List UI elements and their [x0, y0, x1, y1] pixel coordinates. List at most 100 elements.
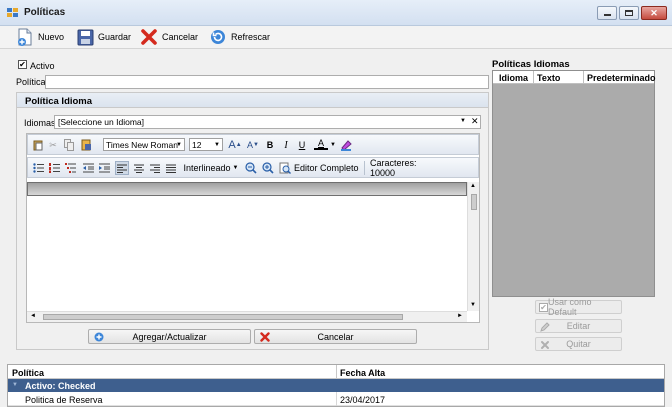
clear-icon[interactable]: ✕ [471, 116, 479, 127]
usar-como-default-button[interactable]: ✔ Usar como Default [535, 297, 622, 317]
collapse-arrow-icon[interactable]: ▼ [12, 382, 18, 388]
col-politica[interactable]: Política [12, 368, 44, 378]
politicas-grid[interactable]: Política Fecha Alta ▼ Activo: Checked Po… [7, 364, 665, 407]
chevron-down-icon[interactable]: ▼ [460, 118, 466, 124]
minimize-icon [603, 14, 611, 16]
editor-vertical-scrollbar[interactable]: ▲ ▼ [467, 182, 479, 311]
cancel-x-icon [140, 28, 158, 46]
zoom-document-icon [279, 162, 291, 174]
guardar-button[interactable]: Guardar [76, 26, 131, 48]
scroll-down-icon[interactable]: ▼ [470, 302, 476, 308]
decrease-indent-icon[interactable] [82, 161, 94, 175]
col-divider [533, 71, 534, 84]
cut-icon[interactable]: ✂ [47, 138, 59, 152]
nuevo-button[interactable]: Nuevo [16, 26, 64, 48]
chevron-down-icon: ▼ [214, 141, 220, 148]
minimize-button[interactable] [597, 6, 617, 20]
col-predeterminado[interactable]: Predeterminado [587, 73, 656, 83]
font-size-select[interactable]: 12 ▼ [189, 138, 223, 151]
editor-completo-button[interactable]: Editor Completo [279, 161, 361, 175]
zoom-in-icon[interactable] [261, 161, 275, 175]
numbered-list-icon[interactable] [48, 161, 60, 175]
title-bar: Políticas ✕ [0, 0, 672, 26]
close-button[interactable]: ✕ [641, 6, 667, 20]
align-center-icon[interactable] [133, 161, 145, 175]
interlineado-button[interactable]: Interlineado ▼ [183, 161, 239, 175]
row-politica: Politica de Reserva [25, 395, 103, 405]
refrescar-button[interactable]: Refrescar [209, 26, 270, 48]
add-icon [94, 332, 104, 342]
editor-horizontal-scrollbar[interactable]: ◄ ► [27, 311, 467, 322]
bold-button[interactable]: B [264, 138, 276, 152]
font-color-button[interactable]: A [314, 138, 328, 150]
idiomas-selected-value: [Seleccione un Idioma] [58, 117, 144, 127]
font-name-select[interactable]: Times New Roman ▼ [103, 138, 185, 151]
paste-special-icon[interactable] [80, 138, 92, 152]
cancelar-button[interactable]: Cancelar [254, 329, 417, 344]
cancelar-button-label: Cancelar [317, 331, 354, 342]
italic-button[interactable]: I [280, 138, 292, 152]
table-row[interactable]: Politica de Reserva 23/04/2017 [8, 392, 664, 406]
bullet-list-icon[interactable] [32, 161, 44, 175]
window-title: Políticas [24, 7, 66, 18]
politicas-idiomas-grid[interactable]: Idioma Texto Predeterminado [492, 70, 656, 297]
grow-font-button[interactable]: A ▲ [228, 138, 242, 152]
close-icon: ✕ [650, 7, 658, 18]
chevron-down-icon: ▼ [176, 141, 182, 148]
font-size-value: 12 [192, 139, 202, 150]
interlineado-label: Interlineado [183, 163, 231, 173]
shrink-font-button[interactable]: A ▼ [246, 138, 260, 152]
align-right-icon[interactable] [149, 161, 161, 175]
grow-font-icon: A [228, 139, 236, 151]
scroll-left-icon[interactable]: ◄ [30, 313, 36, 319]
politica-input[interactable] [45, 75, 489, 89]
idiomas-select[interactable]: [Seleccione un Idioma] ▼ ✕ [54, 115, 481, 129]
chevron-down-icon: ▼ [232, 165, 239, 171]
agregar-actualizar-button[interactable]: Agregar/Actualizar [88, 329, 251, 344]
maximize-button[interactable] [619, 6, 639, 20]
editor-completo-label: Editor Completo [294, 163, 359, 173]
chevron-down-icon[interactable]: ▼ [330, 138, 336, 152]
politica-label: Política [16, 77, 46, 87]
group-row[interactable]: ▼ Activo: Checked [8, 379, 664, 392]
col-idioma[interactable]: Idioma [499, 73, 528, 83]
quitar-button[interactable]: Quitar [535, 337, 622, 351]
app-icon [7, 8, 19, 18]
editar-button[interactable]: Editar [535, 319, 622, 333]
nuevo-label: Nuevo [38, 32, 65, 42]
highlight-icon[interactable] [339, 138, 353, 152]
cancel-x-icon [260, 332, 270, 342]
underline-button[interactable]: U [296, 138, 308, 152]
cancelar-toolbar-button[interactable]: Cancelar [140, 26, 198, 48]
maximize-icon [625, 10, 633, 16]
col-divider [336, 365, 337, 379]
activo-checkbox[interactable]: ✔ [18, 60, 27, 69]
scroll-thumb-h[interactable] [43, 314, 403, 320]
agregar-label: Agregar/Actualizar [132, 331, 207, 342]
align-justify-icon[interactable] [165, 161, 177, 175]
col-fecha-alta[interactable]: Fecha Alta [340, 368, 385, 378]
save-icon [76, 28, 94, 46]
edit-icon [540, 322, 550, 332]
new-document-icon [16, 28, 34, 46]
copy-icon[interactable] [63, 138, 75, 152]
editor-content-area[interactable] [27, 197, 467, 311]
scroll-up-icon[interactable]: ▲ [470, 183, 476, 189]
align-left-icon[interactable] [115, 161, 129, 175]
multilevel-list-icon[interactable] [64, 161, 76, 175]
font-name-value: Times New Roman [106, 139, 178, 150]
col-texto[interactable]: Texto [537, 73, 560, 83]
politica-idioma-title: Política Idioma [25, 96, 93, 107]
refrescar-label: Refrescar [231, 32, 271, 42]
scroll-thumb[interactable] [471, 194, 477, 210]
toolbar-divider [364, 161, 365, 175]
zoom-out-icon[interactable] [244, 161, 258, 175]
scroll-right-icon[interactable]: ► [457, 313, 463, 319]
editor-toolbar-format: ✂ Times New Roman ▼ 12 ▼ A ▲ A ▼ B I U A ▼ [27, 134, 479, 155]
quitar-label: Quitar [566, 339, 591, 349]
increase-indent-icon[interactable] [98, 161, 110, 175]
cancelar-label: Cancelar [162, 32, 199, 42]
group-label: Activo: Checked [25, 381, 96, 391]
paste-icon[interactable] [32, 138, 44, 152]
editar-label: Editar [566, 321, 591, 331]
